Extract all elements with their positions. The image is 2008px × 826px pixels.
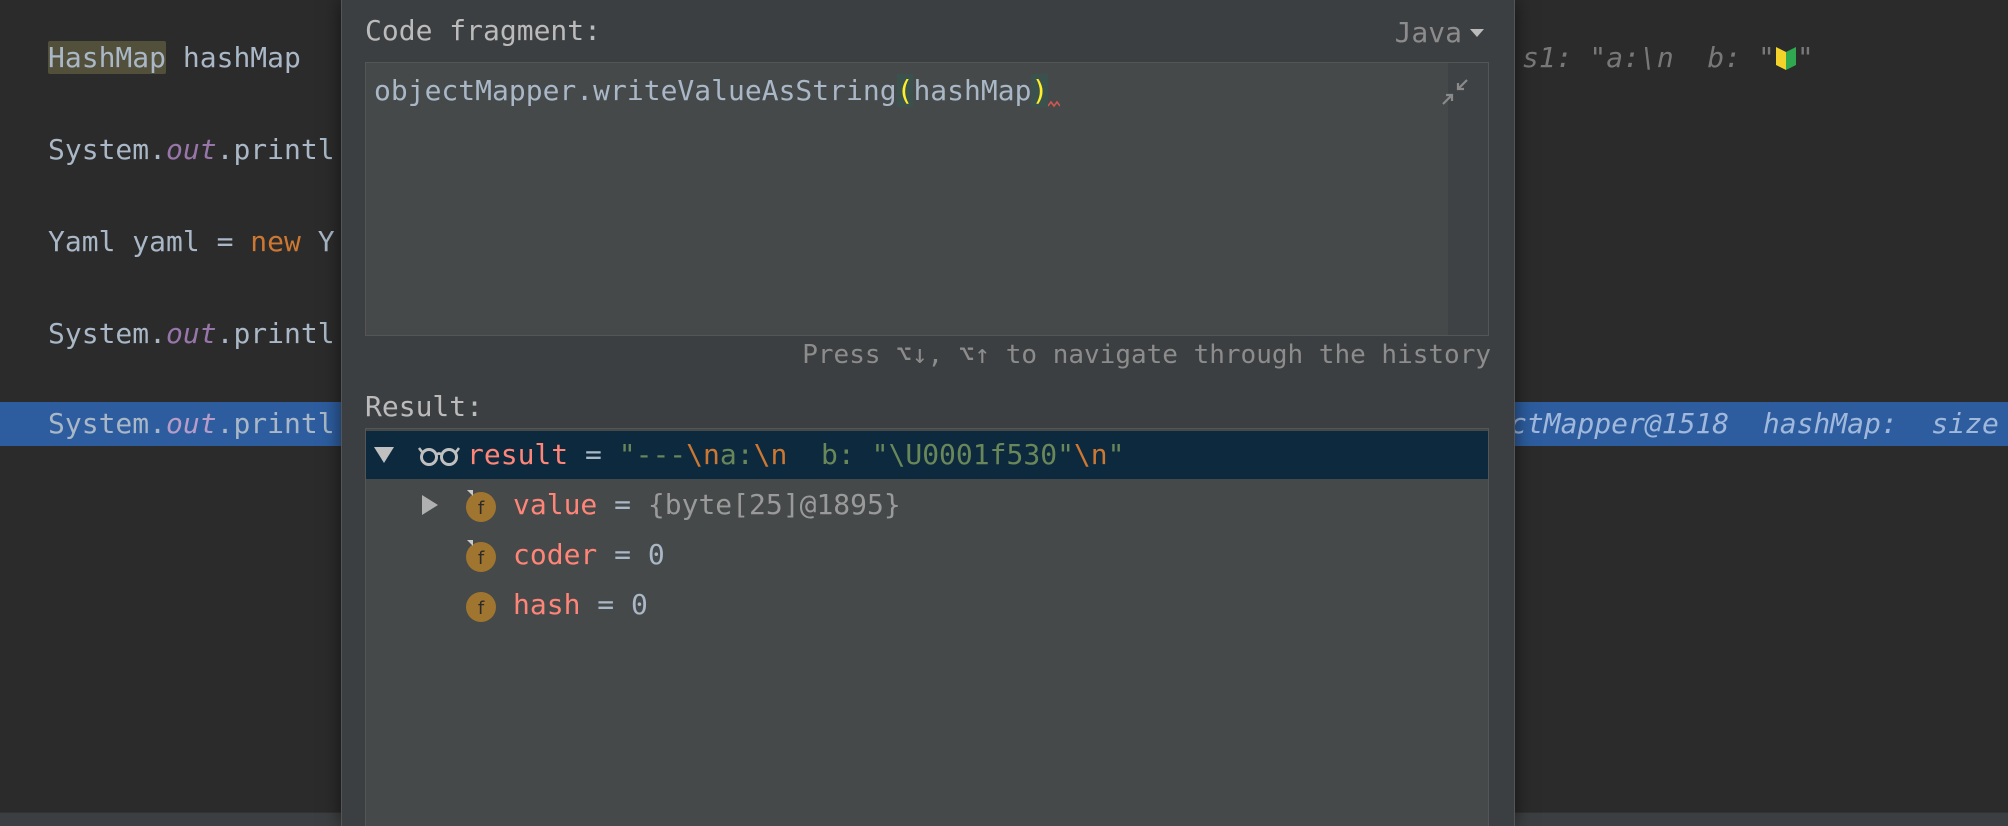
language-value: Java	[1394, 16, 1462, 49]
tree-expand-toggle[interactable]	[416, 481, 444, 529]
field-text: hash = 0	[513, 588, 648, 621]
code-line-1[interactable]: HashMap hashMap	[48, 38, 318, 78]
result-text: result = "---\na:\n b: "\U0001f530"\n"	[467, 438, 1125, 471]
result-tree[interactable]: result = "---\na:\n b: "\U0001f530"\n" f…	[365, 428, 1489, 826]
field-text: value = {byte[25]@1895}	[513, 488, 901, 521]
code-line-2[interactable]: System.out.printl	[48, 130, 335, 170]
tree-row-coder[interactable]: f coder = 0	[366, 531, 1488, 579]
tree-expand-toggle[interactable]	[370, 431, 398, 479]
escape-sequence: \n	[686, 438, 720, 471]
code-line-5[interactable]: System.out.printl	[48, 404, 335, 444]
code-fragment-label: Code fragment:	[365, 14, 602, 47]
bracket-match-open: (	[896, 74, 914, 107]
string-segment: b: "	[787, 438, 889, 471]
inline-debug-values-selected: ctMapper@1518 hashMap: size	[1510, 407, 1999, 440]
svg-text:f: f	[478, 548, 485, 569]
field-icon: f	[466, 490, 496, 522]
string-segment: a:	[719, 438, 754, 471]
tree-row-result[interactable]: result = "---\na:\n b: "\U0001f530"\n"	[366, 431, 1488, 479]
code-line-3[interactable]: Yaml yaml = new Y	[48, 222, 335, 262]
string-segment: "	[1107, 438, 1125, 471]
history-navigation-hint: Press ⌥↓, ⌥↑ to navigate through the his…	[802, 340, 1491, 370]
bracket-match-close: )	[1031, 74, 1049, 107]
beginner-emoji-icon	[1775, 41, 1797, 74]
collapse-icon[interactable]	[1440, 77, 1470, 107]
result-value: "---\na:\n b: "\U0001f530"\n"	[619, 438, 1125, 471]
escape-sequence: \n	[1073, 438, 1108, 471]
svg-text:f: f	[478, 498, 485, 519]
field-text: coder = 0	[513, 538, 665, 571]
highlighted-identifier: HashMap	[48, 41, 167, 74]
triangle-down-icon	[374, 447, 394, 463]
watch-glasses-icon	[418, 447, 460, 466]
escape-sequence: \n	[753, 438, 788, 471]
inline-debug-value-s1: s1: "a:\n b: " "	[1522, 41, 1814, 74]
tree-row-value[interactable]: f value = {byte[25]@1895}	[366, 481, 1488, 529]
field-icon: f	[466, 592, 496, 622]
language-dropdown[interactable]: Java	[1395, 16, 1484, 49]
result-label: Result:	[365, 390, 484, 423]
error-squiggle-icon	[1047, 79, 1061, 108]
string-segment: "---	[618, 438, 687, 471]
svg-text:f: f	[478, 598, 485, 619]
string-segment: \U0001f530	[888, 438, 1058, 471]
chevron-down-icon	[1470, 28, 1484, 37]
code-fragment-editor[interactable]: objectMapper.writeValueAsString(hashMap)	[365, 62, 1489, 336]
evaluate-expression-dialog: Code fragment: Java objectMapper.writeVa…	[341, 0, 1515, 826]
tree-row-hash[interactable]: f hash = 0	[366, 581, 1488, 629]
code-fragment-text[interactable]: objectMapper.writeValueAsString(hashMap)	[374, 71, 1061, 111]
triangle-right-icon	[422, 495, 438, 515]
code-line-4[interactable]: System.out.printl	[48, 314, 335, 354]
field-icon: f	[466, 540, 496, 572]
string-segment: "	[1057, 438, 1074, 471]
